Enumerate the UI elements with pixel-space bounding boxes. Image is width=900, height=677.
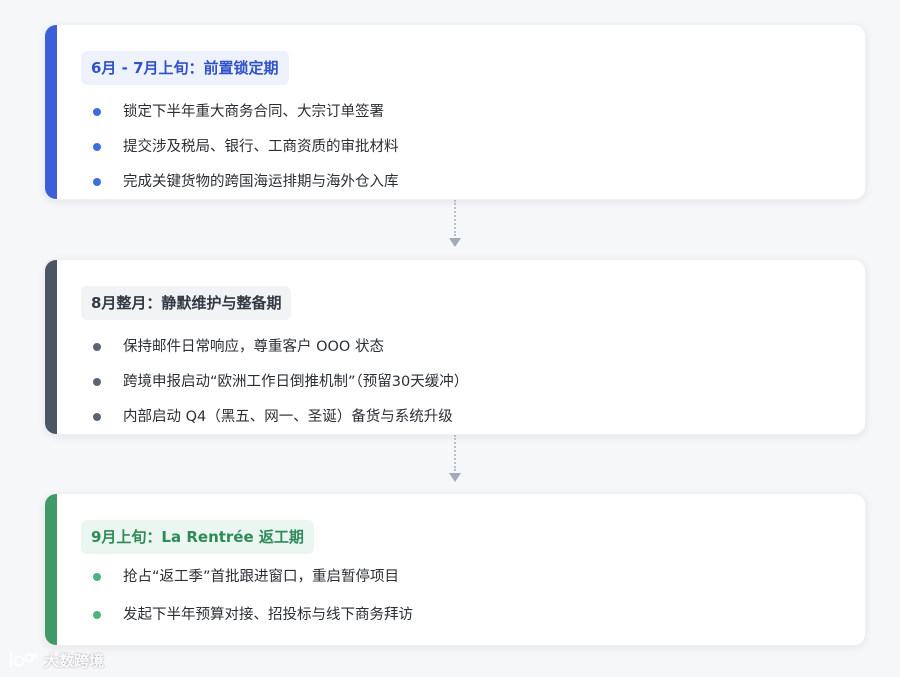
- stage-title: 8月整月：静默维护与整备期: [81, 286, 292, 320]
- stage-accent-bar: [45, 494, 57, 645]
- dotted-line: [454, 200, 456, 236]
- list-item: 内部启动 Q4（黑五、网一、圣诞）备货与系统升级: [93, 406, 468, 434]
- logo-icon: [8, 650, 38, 670]
- flow-connector: [449, 200, 461, 252]
- list-item: 提交涉及税局、银行、工商资质的审批材料: [93, 136, 399, 171]
- stage-accent-bar: [45, 25, 57, 199]
- bullet-dot: [93, 378, 101, 386]
- stage-title: 9月上旬：La Rentrée 返工期: [81, 520, 314, 554]
- flow-connector: [449, 435, 461, 487]
- stage-item-list: 保持邮件日常响应，尊重客户 OOO 状态 跨境申报启动“欧洲工作日倒推机制”（预…: [93, 336, 468, 434]
- list-item-text: 锁定下半年重大商务合同、大宗订单签署: [123, 104, 384, 120]
- stage-card-3: 9月上旬：La Rentrée 返工期 抢占“返工季”首批跟进窗口，重启暂停项目…: [44, 493, 866, 646]
- watermark-text: 大数跨境: [44, 651, 105, 670]
- list-item: 跨境申报启动“欧洲工作日倒推机制”（预留30天缓冲）: [93, 371, 468, 406]
- bullet-dot: [93, 343, 101, 351]
- list-item: 发起下半年预算对接、招投标与线下商务拜访: [93, 604, 413, 642]
- list-item: 抢占“返工季”首批跟进窗口，重启暂停项目: [93, 566, 413, 604]
- arrow-down-icon: [449, 473, 461, 482]
- bullet-dot: [93, 611, 101, 619]
- list-item-text: 完成关键货物的跨国海运排期与海外仓入库: [123, 174, 399, 190]
- list-item-text: 发起下半年预算对接、招投标与线下商务拜访: [123, 607, 413, 623]
- list-item: 完成关键货物的跨国海运排期与海外仓入库: [93, 171, 399, 199]
- bullet-dot: [93, 573, 101, 581]
- watermark: 大数跨境: [8, 648, 104, 672]
- list-item-text: 内部启动 Q4（黑五、网一、圣诞）备货与系统升级: [123, 409, 453, 425]
- stage-card-1: 6月 - 7月上旬：前置锁定期 锁定下半年重大商务合同、大宗订单签署 提交涉及税…: [44, 24, 866, 200]
- bullet-dot: [93, 178, 101, 186]
- list-item-text: 抢占“返工季”首批跟进窗口，重启暂停项目: [123, 569, 400, 585]
- stage-accent-bar: [45, 260, 57, 434]
- list-item-text: 保持邮件日常响应，尊重客户 OOO 状态: [123, 339, 384, 355]
- bullet-dot: [93, 108, 101, 116]
- stage-item-list: 锁定下半年重大商务合同、大宗订单签署 提交涉及税局、银行、工商资质的审批材料 完…: [93, 101, 399, 199]
- stage-item-list: 抢占“返工季”首批跟进窗口，重启暂停项目 发起下半年预算对接、招投标与线下商务拜…: [93, 566, 413, 642]
- arrow-down-icon: [449, 238, 461, 247]
- stage-card-2: 8月整月：静默维护与整备期 保持邮件日常响应，尊重客户 OOO 状态 跨境申报启…: [44, 259, 866, 435]
- stage-title: 6月 - 7月上旬：前置锁定期: [81, 51, 289, 85]
- list-item-text: 提交涉及税局、银行、工商资质的审批材料: [123, 139, 399, 155]
- list-item-text: 跨境申报启动“欧洲工作日倒推机制”（预留30天缓冲）: [123, 374, 469, 390]
- list-item: 保持邮件日常响应，尊重客户 OOO 状态: [93, 336, 468, 371]
- dotted-line: [454, 435, 456, 471]
- list-item: 锁定下半年重大商务合同、大宗订单签署: [93, 101, 399, 136]
- bullet-dot: [93, 143, 101, 151]
- bullet-dot: [93, 413, 101, 421]
